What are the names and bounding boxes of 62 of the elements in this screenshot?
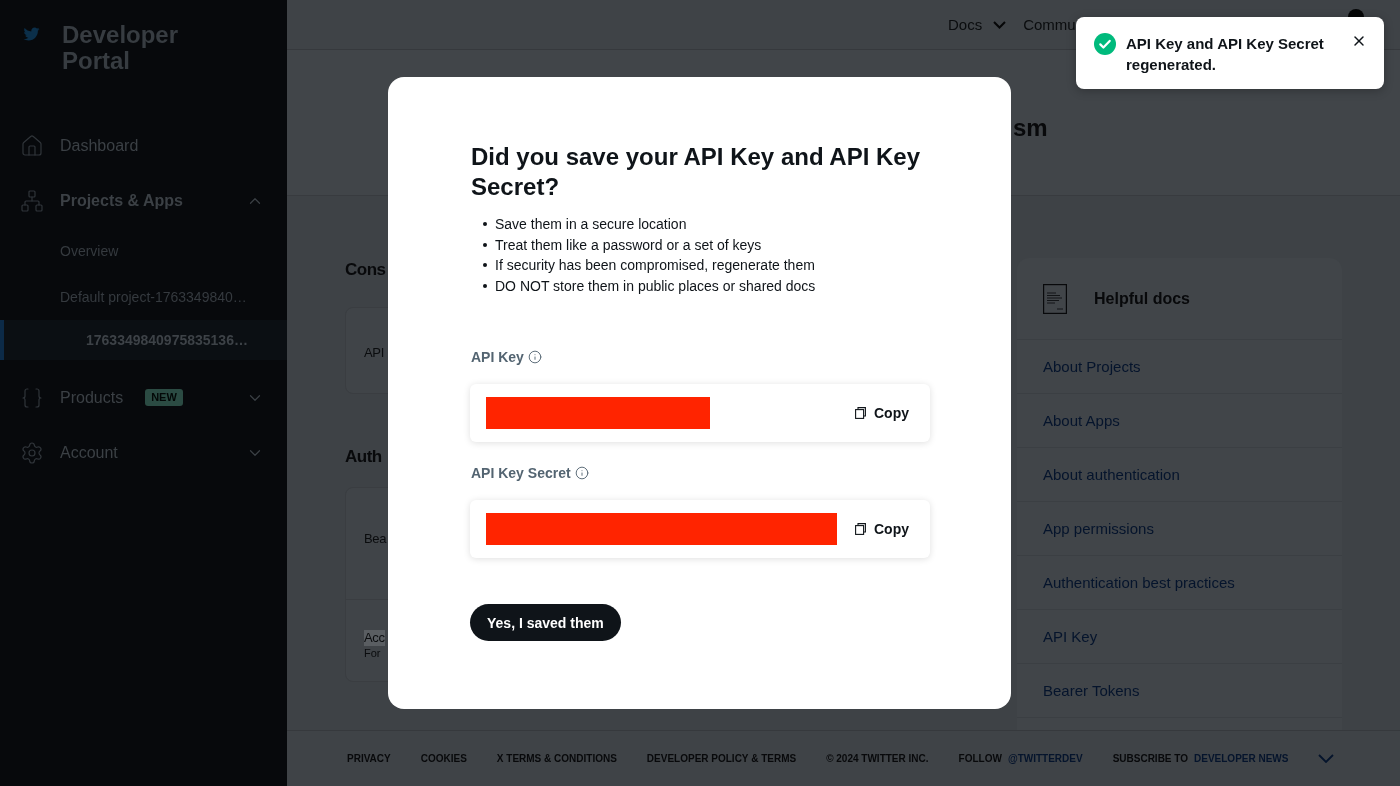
- doc-link[interactable]: Authentication best practices: [1043, 574, 1235, 591]
- section-heading: Auth: [345, 446, 382, 468]
- close-icon: [1351, 33, 1367, 49]
- org-chart-icon: [20, 188, 44, 213]
- field-label: API Key: [471, 348, 524, 366]
- row-label: Acc: [364, 630, 385, 646]
- footer-link[interactable]: DEVELOPER POLICY & TERMS: [646, 753, 797, 764]
- new-badge: NEW: [145, 389, 183, 406]
- card-title: Helpful docs: [1094, 289, 1190, 308]
- tip-text: Save them in a secure location: [495, 216, 687, 233]
- row-caption: For: [364, 646, 381, 660]
- subscribe-label: SUBSCRIBE TO: [1112, 753, 1188, 764]
- document-icon: [1043, 283, 1067, 314]
- bullet-icon: [483, 222, 487, 227]
- braces-icon: [20, 385, 44, 410]
- home-icon: [20, 133, 44, 158]
- doc-link[interactable]: Bearer Tokens: [1043, 682, 1140, 699]
- bullet-icon: [483, 242, 487, 247]
- toast-message: API Key and API Key Secret regenerated.: [1126, 34, 1325, 75]
- follow-link[interactable]: @TWITTERDEV: [1007, 753, 1083, 764]
- sidebar-item[interactable]: Products: [60, 388, 124, 407]
- footer-link[interactable]: COOKIES: [420, 753, 467, 764]
- row-label: Bea: [364, 531, 387, 547]
- row-label: API: [364, 345, 385, 361]
- nav-link[interactable]: Docs: [948, 16, 983, 33]
- subscribe-link[interactable]: DEVELOPER NEWS: [1194, 753, 1289, 764]
- sidebar-item[interactable]: Dashboard: [60, 136, 139, 155]
- sidebar-item[interactable]: Account: [60, 443, 118, 462]
- copyright-text: © 2024 TWITTER INC.: [826, 753, 929, 764]
- avatar-icon[interactable]: [1348, 8, 1364, 17]
- field-label: API Key Secret: [471, 464, 571, 482]
- copy-icon: [855, 523, 866, 535]
- close-button[interactable]: [1351, 33, 1367, 49]
- bullet-icon: [483, 283, 487, 288]
- bird-icon: [22, 26, 41, 42]
- copy-icon: [855, 407, 866, 419]
- chevron-down-icon[interactable]: [993, 20, 1007, 29]
- doc-link[interactable]: About Apps: [1043, 412, 1120, 429]
- gear-icon: [20, 440, 44, 465]
- bullet-icon: [483, 263, 487, 268]
- footer-link[interactable]: PRIVACY: [347, 753, 391, 764]
- section-heading: Cons: [345, 259, 386, 281]
- info-icon[interactable]: [527, 350, 542, 364]
- sidebar-item[interactable]: Projects & Apps: [60, 191, 183, 210]
- dialog-title: Did you save your API Key and API Key Secret?: [471, 142, 922, 202]
- doc-link[interactable]: About Projects: [1043, 358, 1141, 375]
- check-circle-icon: [1094, 33, 1116, 55]
- tip-text: DO NOT store them in public places or shared docs: [495, 277, 816, 294]
- chevron-down-icon[interactable]: [1318, 754, 1335, 763]
- doc-link[interactable]: API Key: [1043, 628, 1098, 645]
- copy-button[interactable]: Copy: [855, 405, 909, 421]
- page-title: sm: [1013, 114, 1048, 141]
- copy-button[interactable]: Copy: [855, 521, 909, 537]
- confirm-button[interactable]: Yes, I saved them: [470, 604, 621, 641]
- nav-link[interactable]: Commu: [1023, 16, 1076, 33]
- info-icon[interactable]: [574, 466, 589, 480]
- doc-link[interactable]: App permissions: [1043, 520, 1154, 537]
- follow-label: FOLLOW: [958, 753, 1002, 764]
- tip-text: Treat them like a password or a set of keys: [495, 236, 762, 253]
- doc-link[interactable]: About authentication: [1043, 466, 1180, 483]
- tip-text: If security has been compromised, regenerate them: [495, 257, 815, 274]
- footer-link[interactable]: X TERMS & CONDITIONS: [496, 753, 617, 764]
